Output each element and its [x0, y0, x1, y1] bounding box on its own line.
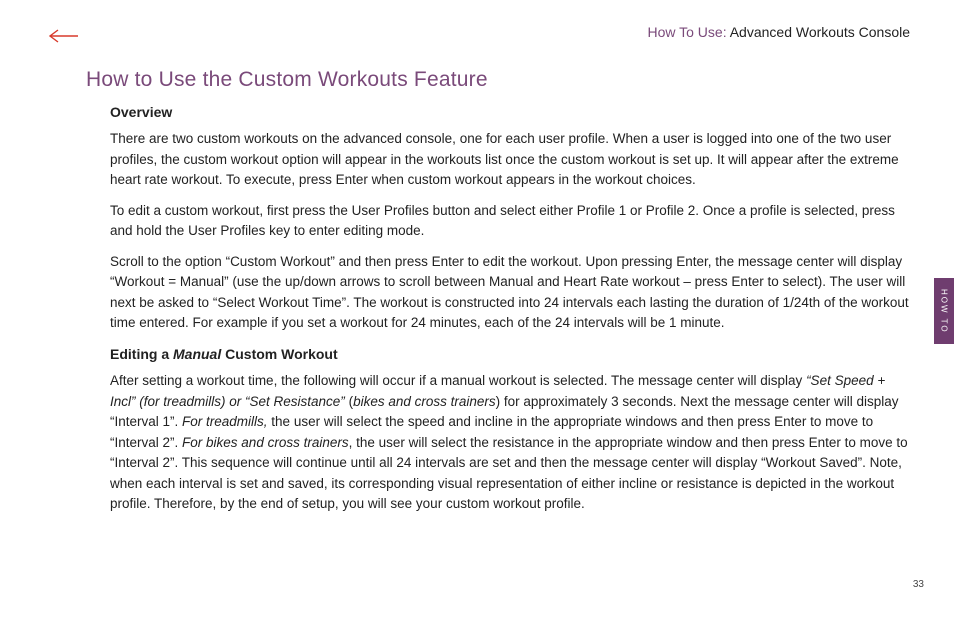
content-body: Overview There are two custom workouts o… [110, 100, 910, 525]
editing-heading-pre: Editing a [110, 346, 173, 362]
editing-heading: Editing a Manual Custom Workout [110, 344, 910, 365]
editing-text-italic: bikes and cross trainers [353, 394, 496, 409]
page-number: 33 [913, 579, 924, 590]
editing-heading-post: Custom Workout [221, 346, 337, 362]
overview-heading: Overview [110, 102, 910, 123]
editing-heading-em: Manual [173, 346, 221, 362]
editing-text-italic: For treadmills, [182, 414, 268, 429]
back-arrow-icon[interactable] [48, 28, 80, 48]
editing-text-italic: For bikes and cross trainers [182, 435, 349, 450]
editing-text: ( [345, 394, 353, 409]
editing-paragraph-1: After setting a workout time, the follow… [110, 371, 910, 515]
side-tab-label: HOW TO [940, 289, 949, 334]
side-tab-howto[interactable]: HOW TO [934, 278, 954, 344]
breadcrumb: How To Use: Advanced Workouts Console [647, 24, 910, 40]
editing-text: After setting a workout time, the follow… [110, 373, 806, 388]
breadcrumb-current: Advanced Workouts Console [727, 24, 910, 40]
page-title: How to Use the Custom Workouts Feature [86, 68, 488, 92]
overview-paragraph-3: Scroll to the option “Custom Workout” an… [110, 252, 910, 334]
overview-paragraph-1: There are two custom workouts on the adv… [110, 129, 910, 191]
breadcrumb-prefix: How To Use: [647, 24, 726, 40]
overview-paragraph-2: To edit a custom workout, first press th… [110, 201, 910, 242]
